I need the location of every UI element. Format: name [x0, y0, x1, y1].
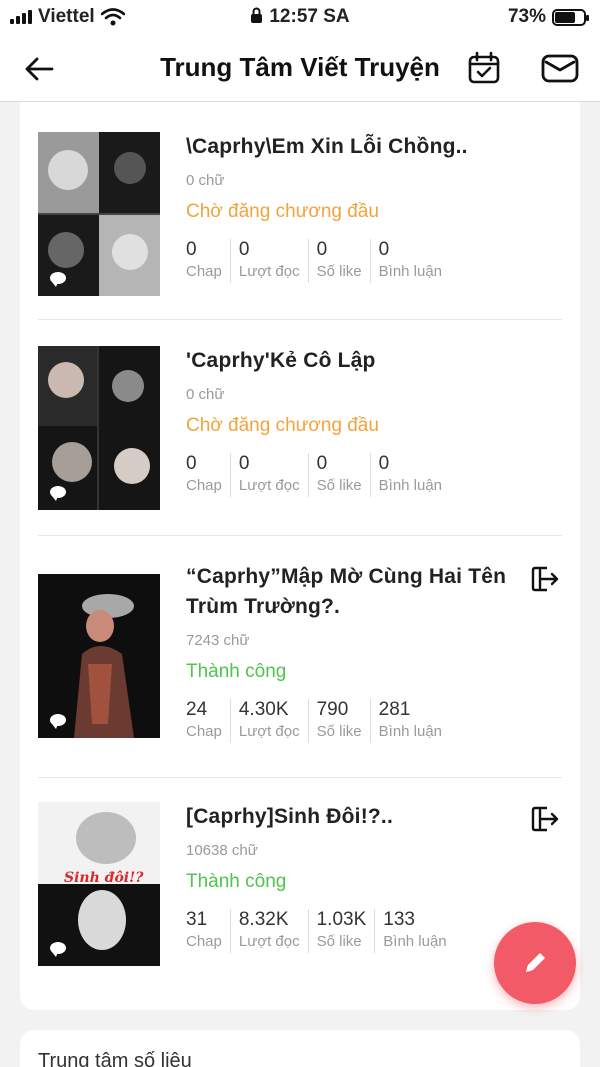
- exit-icon[interactable]: [530, 564, 560, 594]
- cover-caption: Sinh đôi!?: [64, 870, 144, 886]
- story-stats: 24 Chap 4.30K Lượt đọc 790 Số like 281 Bình …: [186, 699, 562, 743]
- status-label: Chờ đăng chương đầu: [186, 415, 379, 436]
- comment-icon: [50, 272, 66, 287]
- battery-percent: 73%: [507, 6, 546, 27]
- stat-comments: 0 Bình luận: [378, 239, 443, 280]
- story-item[interactable]: \Caprhy\Em Xin Lỗi Chồng.. 0 chữ Chờ đăn…: [38, 102, 562, 320]
- stat-views: 4.30K Lượt đọc: [239, 699, 309, 743]
- stat-views: 0 Lượt đọc: [239, 239, 309, 283]
- story-list-card: \Caprhy\Em Xin Lỗi Chồng.. 0 chữ Chờ đăn…: [20, 102, 580, 1010]
- stats-center-card[interactable]: Trung tâm số liệu: [20, 1030, 580, 1067]
- story-cover: [38, 346, 160, 510]
- status-label: Thành công: [186, 871, 287, 892]
- stat-chap: 0 Chap: [186, 239, 231, 283]
- status-label: Thành công: [186, 661, 287, 682]
- comment-icon: [50, 486, 66, 501]
- word-count: 0 chữ: [186, 386, 225, 403]
- stat-likes: 0 Số like: [317, 453, 371, 497]
- story-item[interactable]: “Caprhy”Mập Mờ Cùng Hai Tên Trùm Trường?…: [38, 536, 562, 778]
- stats-center-title: Trung tâm số liệu: [38, 1050, 192, 1067]
- calendar-check-icon[interactable]: [466, 50, 502, 86]
- stat-views: 8.32K Lượt đọc: [239, 909, 309, 953]
- write-fab-button[interactable]: [494, 922, 576, 1004]
- stat-chap: 31 Chap: [186, 909, 231, 953]
- story-title: 'Caprhy'Kẻ Cô Lập: [186, 349, 376, 372]
- story-item[interactable]: 'Caprhy'Kẻ Cô Lập 0 chữ Chờ đăng chương …: [38, 320, 562, 536]
- story-stats: 0 Chap 0 Lượt đọc 0 Số like 0 Bình luận: [186, 239, 562, 283]
- stat-chap: 24 Chap: [186, 699, 231, 743]
- battery-icon: [552, 8, 589, 26]
- comment-icon: [50, 714, 66, 729]
- stat-likes: 790 Số like: [317, 699, 371, 743]
- pencil-icon: [526, 953, 545, 972]
- story-cover: [38, 574, 160, 738]
- mail-icon[interactable]: [540, 50, 580, 86]
- stat-comments: 0 Bình luận: [378, 453, 443, 494]
- header: Trung Tâm Viết Truyện: [0, 34, 600, 102]
- comment-icon: [50, 942, 66, 957]
- stat-chap: 0 Chap: [186, 453, 231, 497]
- stat-comments: 281 Bình luận: [378, 699, 443, 740]
- word-count: 10638 chữ: [186, 842, 258, 859]
- exit-icon[interactable]: [530, 804, 560, 834]
- story-title: \Caprhy\Em Xin Lỗi Chồng..: [186, 135, 468, 158]
- word-count: 0 chữ: [186, 172, 225, 189]
- stat-likes: 1.03K Số like: [317, 909, 376, 953]
- lock-icon: [250, 7, 263, 30]
- stat-views: 0 Lượt đọc: [239, 453, 309, 497]
- story-cover: [38, 132, 160, 296]
- story-title: “Caprhy”Mập Mờ Cùng Hai Tên Trùm Trường?…: [186, 565, 507, 618]
- word-count: 7243 chữ: [186, 632, 250, 649]
- clock: 12:57 SA: [269, 6, 350, 27]
- stat-likes: 0 Số like: [317, 239, 371, 283]
- story-title: [Caprhy]Sinh Đôi!?..: [186, 805, 393, 828]
- story-item[interactable]: Sinh đôi!? [Caprhy]Sinh Đôi!?.. 10638 ch…: [38, 778, 562, 1010]
- story-stats: 0 Chap 0 Lượt đọc 0 Số like 0 Bình luận: [186, 453, 562, 497]
- page-title: Trung Tâm Viết Truyện: [160, 52, 440, 82]
- status-bar: Viettel 12:57 SA 73%: [0, 0, 600, 34]
- story-cover: Sinh đôi!?: [38, 802, 160, 966]
- stat-comments: 133 Bình luận: [383, 909, 447, 950]
- status-label: Chờ đăng chương đầu: [186, 201, 379, 222]
